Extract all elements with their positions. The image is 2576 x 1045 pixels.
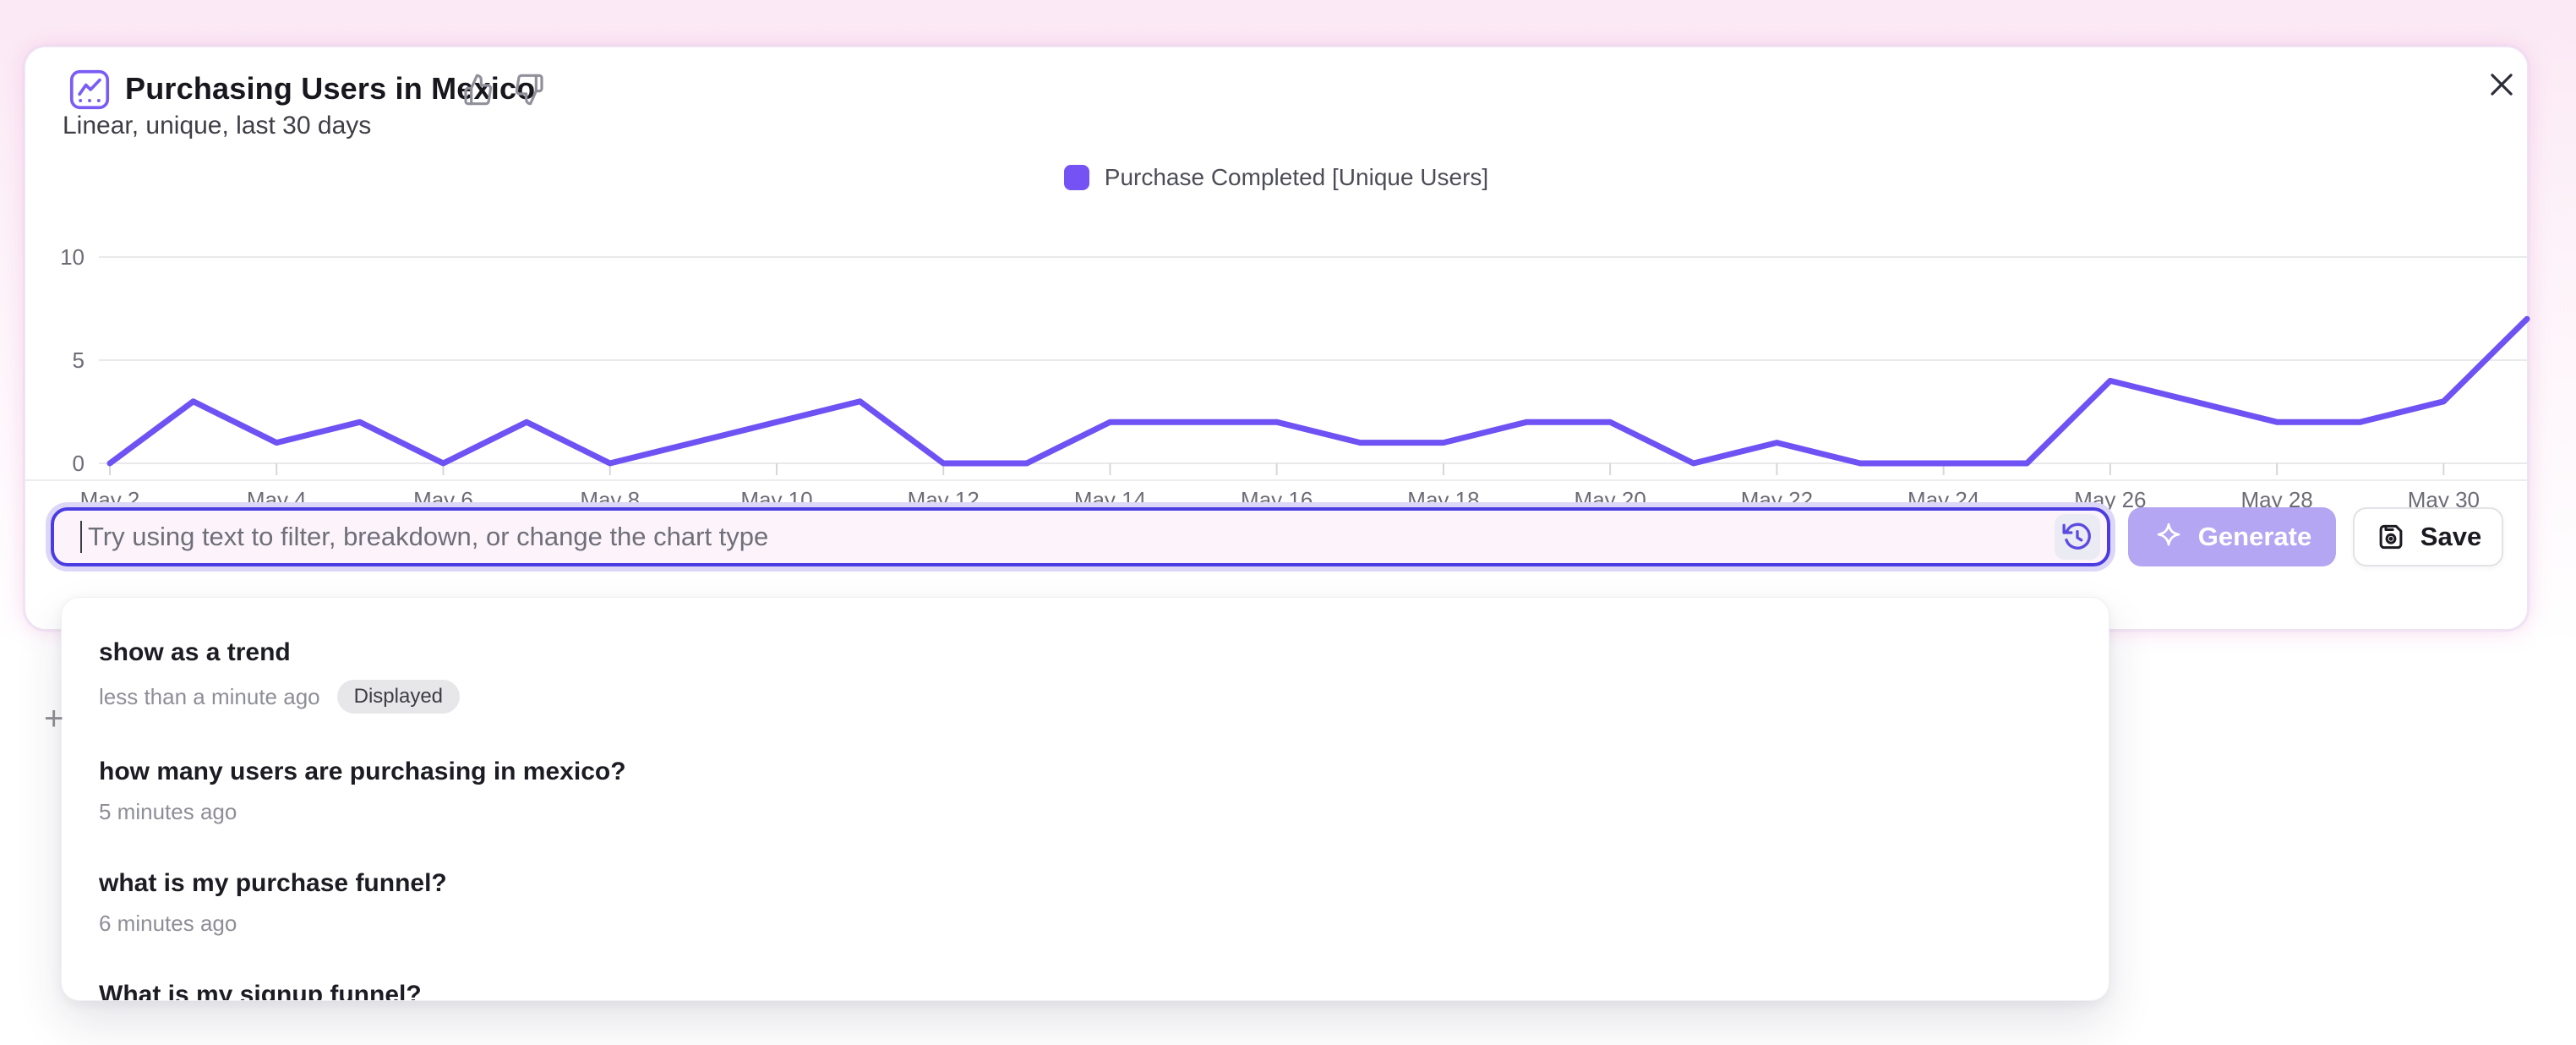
status-badge: Displayed bbox=[337, 680, 460, 714]
history-query-text: What is my signup funnel? bbox=[99, 981, 2071, 1001]
divider bbox=[25, 479, 2527, 481]
history-item-meta: 5 minutes ago bbox=[99, 799, 2071, 825]
close-icon bbox=[2486, 68, 2518, 101]
text-caret bbox=[80, 521, 82, 553]
sparkle-icon bbox=[2153, 521, 2185, 553]
save-icon bbox=[2375, 521, 2407, 553]
history-item-meta: less than a minute ago Displayed bbox=[99, 680, 2071, 714]
thumbs-down-icon[interactable] bbox=[512, 73, 546, 107]
history-timestamp: 5 minutes ago bbox=[99, 799, 237, 825]
chart-subtitle: Linear, unique, last 30 days bbox=[63, 112, 371, 140]
prompt-bar bbox=[51, 507, 2110, 566]
close-button[interactable] bbox=[2478, 61, 2525, 108]
thumbs-up-icon[interactable] bbox=[461, 73, 495, 107]
y-axis-label: 5 bbox=[73, 347, 85, 373]
history-list-item[interactable]: what is my purchase funnel? 6 minutes ago bbox=[62, 847, 2109, 959]
plus-cursor-mark: + bbox=[44, 700, 63, 738]
history-item-meta: 6 minutes ago bbox=[99, 911, 2071, 937]
prompt-input[interactable] bbox=[51, 507, 2110, 566]
history-timestamp: less than a minute ago bbox=[99, 684, 320, 710]
save-button[interactable]: Save bbox=[2353, 507, 2503, 566]
y-axis-label: 0 bbox=[73, 451, 85, 476]
history-query-text: how many users are purchasing in mexico? bbox=[99, 758, 2071, 786]
history-timestamp: 6 minutes ago bbox=[99, 911, 237, 937]
page: { "header": { "title": "Purchasing Users… bbox=[0, 0, 2576, 1045]
legend-swatch bbox=[1064, 165, 1089, 190]
line-chart: 0510May 2May 4May 6May 8May 10May 12May … bbox=[25, 194, 2530, 521]
history-list-item[interactable]: how many users are purchasing in mexico?… bbox=[62, 736, 2109, 847]
history-list-item[interactable]: What is my signup funnel?6 minutes ago bbox=[62, 959, 2109, 1001]
history-dropdown: show as a trend less than a minute ago Dis… bbox=[61, 597, 2109, 1001]
history-list-item[interactable]: show as a trend less than a minute ago Dis… bbox=[62, 616, 2109, 736]
chart-line-series[interactable] bbox=[110, 319, 2527, 463]
history-query-text: what is my purchase funnel? bbox=[99, 869, 2071, 898]
y-axis-label: 10 bbox=[60, 244, 85, 270]
generate-button[interactable]: Generate bbox=[2128, 507, 2336, 566]
save-label: Save bbox=[2420, 522, 2481, 552]
chart-card: Purchasing Users in Mexico Linear, uniqu… bbox=[24, 46, 2529, 631]
history-query-text: show as a trend bbox=[99, 638, 2071, 667]
chart-legend: Purchase Completed [Unique Users] bbox=[25, 164, 2527, 191]
history-icon bbox=[2060, 520, 2094, 554]
history-button[interactable] bbox=[2055, 514, 2100, 560]
line-chart-icon bbox=[68, 68, 112, 112]
generate-label: Generate bbox=[2198, 522, 2311, 552]
legend-label: Purchase Completed [Unique Users] bbox=[1105, 164, 1488, 191]
